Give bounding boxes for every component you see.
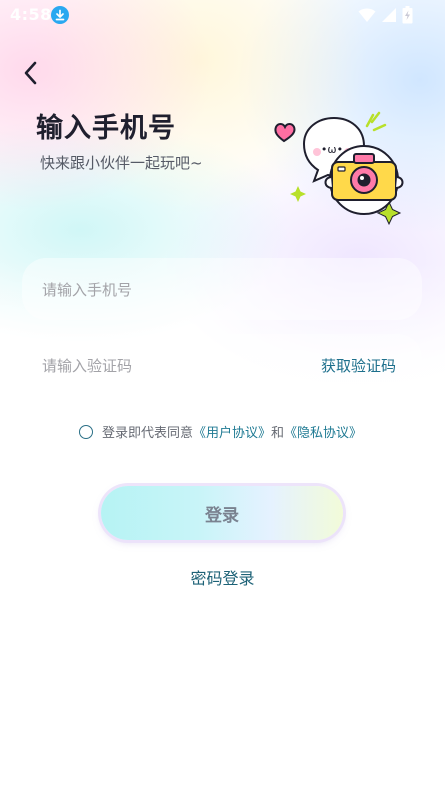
battery-charging-icon	[402, 6, 413, 24]
phone-input[interactable]	[40, 258, 304, 322]
heart-icon	[274, 123, 296, 143]
privacy-agreement-link[interactable]: 《隐私协议》	[284, 422, 362, 441]
sparkle-lines-icon	[365, 111, 387, 132]
mascot-hand-left	[324, 176, 333, 189]
sparkle-icon	[290, 186, 306, 202]
status-time: 4:58	[10, 5, 52, 24]
login-button[interactable]: 登录	[101, 486, 343, 540]
cellular-signal-icon	[382, 8, 396, 22]
download-icon	[51, 6, 69, 24]
phone-field	[22, 258, 422, 322]
chevron-left-icon	[24, 61, 37, 85]
agreement-conjunction: 和	[271, 426, 285, 441]
back-button[interactable]	[18, 58, 44, 88]
verification-code-field: 获取验证码	[22, 334, 422, 398]
status-icons	[358, 6, 413, 24]
agreement-prefix: 登录即代表同意	[102, 426, 194, 441]
user-agreement-link[interactable]: 《用户协议》	[193, 422, 271, 441]
password-login-link[interactable]: 密码登录	[0, 565, 445, 589]
mascot-camera-illustration: •ω•	[274, 111, 404, 226]
page-title: 输入手机号	[36, 113, 176, 144]
status-bar: 4:58	[0, 0, 445, 30]
verification-code-input[interactable]	[40, 334, 304, 398]
page-subtitle: 快来跟小伙伴一起玩吧~	[40, 154, 203, 172]
mascot-face: •ω•	[321, 143, 343, 156]
mascot-hand-right	[395, 176, 404, 189]
agreement-row: 登录即代表同意 《用户协议》 和 《隐私协议》	[79, 422, 362, 441]
wifi-icon	[358, 8, 376, 22]
get-code-button[interactable]: 获取验证码	[321, 355, 396, 376]
agreement-radio[interactable]	[79, 424, 93, 439]
